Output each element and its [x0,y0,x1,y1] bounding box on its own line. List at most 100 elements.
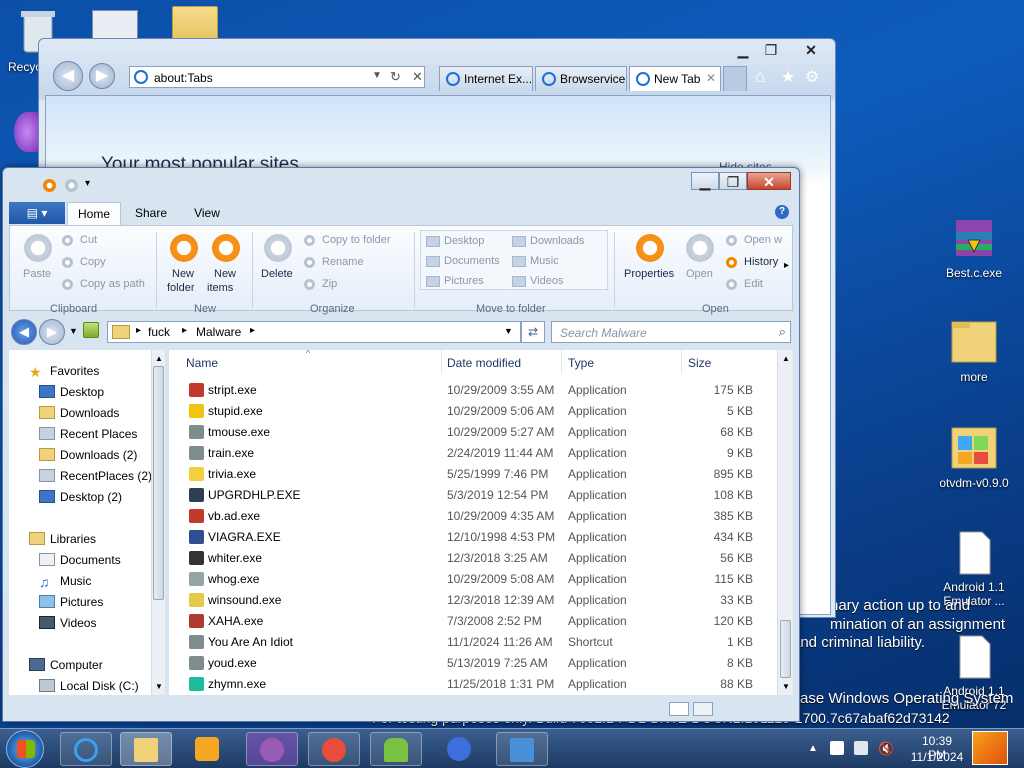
new-items-label-2[interactable]: items [207,282,233,294]
nav-item-desktop-2[interactable]: Desktop (2) [39,490,122,504]
move-desktop[interactable]: Desktop [444,235,484,247]
paste-icon[interactable] [24,234,52,262]
table-row[interactable]: winsound.exe 12/3/2018 12:39 AM Applicatio… [169,590,781,611]
forward-button[interactable]: ▶ [89,63,115,89]
nav-computer[interactable]: Computer [29,658,103,672]
table-row[interactable]: trivia.exe 5/25/1999 7:46 PM Application 89… [169,464,781,485]
breadcrumb[interactable]: ▸ fuck ▸ Malware ▸ ▼ [107,321,521,343]
nav-favorites[interactable]: ★ Favorites [29,364,99,380]
move-videos[interactable]: Videos [530,275,563,287]
taskbar-firefox[interactable] [434,732,486,766]
nav-item-desktop[interactable]: Desktop [39,385,104,399]
scroll-down-icon[interactable]: ▼ [155,682,163,691]
taskbar-ie[interactable] [60,732,112,766]
taskbar-android[interactable] [370,732,422,766]
start-button[interactable] [6,730,44,768]
table-row[interactable]: stupid.exe 10/29/2009 5:06 AM Application 5… [169,401,781,422]
copy-button[interactable]: Copy [80,256,106,268]
taskbar-app-browser[interactable] [308,732,360,766]
desktop-icon-otvdm[interactable]: otvdm-v0.9.0 [934,424,1014,490]
table-row[interactable]: VIAGRA.EXE 12/10/1998 4:53 PM Application 4… [169,527,781,548]
explorer-window[interactable]: ▾ ▁ ❐ ✕ ▤ ▾ Home Share View ? Paste Cut … [2,167,800,722]
rename-button[interactable]: Rename [322,256,364,268]
clock-date[interactable]: 11/1/2024 [908,750,966,764]
show-hidden-icons-icon[interactable]: ▲ [808,743,818,754]
nav-item-downloads-2[interactable]: Downloads (2) [39,448,137,462]
scroll-down-icon[interactable]: ▼ [782,682,790,691]
home-icon[interactable]: ⌂ [755,67,765,87]
delete-button[interactable]: Delete [261,268,293,280]
close-button[interactable]: ✕ [791,41,831,59]
forward-button[interactable]: ▶ [39,319,65,345]
taskbar-app-purple[interactable] [246,732,298,766]
properties-button[interactable]: Properties [624,268,674,280]
new-folder-label-1[interactable]: New [172,268,194,280]
new-items-label-1[interactable]: New [214,268,236,280]
delete-icon[interactable] [264,234,292,262]
table-row[interactable]: whog.exe 10/29/2009 5:08 AM Application 115… [169,569,781,590]
tab-new-tab[interactable]: New Tab ✕ [629,66,721,91]
close-tab-icon[interactable]: ✕ [706,71,716,85]
history-button[interactable]: History [744,256,778,268]
desktop-icon-best[interactable]: Best.c.exe [934,214,1014,280]
nav-item-pictures[interactable]: Pictures [39,595,103,609]
taskbar-app-bird[interactable] [496,732,548,766]
new-items-icon[interactable] [212,234,240,262]
back-button[interactable]: ◀ [53,61,83,91]
search-box[interactable]: Search Malware ⌕ [551,321,791,343]
paste-button[interactable]: Paste [23,268,51,280]
address-bar[interactable]: about:Tabs ▼ ↻ ✕ [129,66,425,88]
stop-icon[interactable]: ✕ [412,69,423,85]
details-view-button[interactable] [669,702,689,716]
column-header-size[interactable]: Size [688,356,711,370]
ribbon-scroll-right-icon[interactable]: ▸ [784,260,789,271]
close-button[interactable]: ✕ [747,172,791,190]
table-row[interactable]: zhymn.exe 11/25/2018 1:31 PM Application 88… [169,674,781,695]
desktop-icon-app-2[interactable] [14,112,40,152]
qat-newfolder-icon[interactable] [65,179,78,192]
tray-volume-muted-icon[interactable]: 🔇 [878,741,894,757]
open-button[interactable]: Open [686,268,713,280]
taskbar-media[interactable] [182,732,234,766]
file-scrollbar[interactable]: ▲ ▼ [777,350,793,695]
nav-item-downloads[interactable]: Downloads [39,406,119,420]
dropdown-arrow-icon[interactable]: ▼ [504,326,513,336]
taskbar-explorer[interactable] [120,732,172,766]
new-tab-button[interactable] [723,66,747,91]
nav-item-recent-places[interactable]: Recent Places [39,427,137,441]
tab-home[interactable]: Home [67,202,121,226]
file-scroll-thumb[interactable] [780,620,791,678]
maximize-button[interactable]: ❐ [757,41,785,59]
properties-icon[interactable] [636,234,664,262]
nav-libraries[interactable]: Libraries [29,532,96,546]
table-row[interactable]: vb.ad.exe 10/29/2009 4:35 AM Application 38… [169,506,781,527]
back-button[interactable]: ◀ [11,319,37,345]
move-downloads[interactable]: Downloads [530,235,584,247]
breadcrumb-item[interactable]: Malware [196,325,241,339]
cut-button[interactable]: Cut [80,234,97,246]
favorites-star-icon[interactable]: ★ [781,67,795,87]
nav-item-local-disk[interactable]: Local Disk (C:) [39,679,139,693]
nav-item-documents[interactable]: Documents [39,553,121,567]
table-row[interactable]: train.exe 2/24/2019 11:44 AM Application 9 … [169,443,781,464]
column-header-type[interactable]: Type [568,356,594,370]
gear-icon[interactable]: ⚙ [805,67,819,87]
nav-scroll-thumb[interactable] [153,366,164,600]
dropdown-arrow-icon[interactable]: ▼ [372,70,382,81]
copy-to-folder-button[interactable]: Copy to folder [322,234,390,246]
tab-file[interactable]: ▤ ▾ [9,202,65,224]
minimize-button[interactable]: ▁ [691,172,719,190]
up-folder-icon[interactable] [83,322,99,338]
nav-item-videos[interactable]: Videos [39,616,96,630]
nav-item-recent-places-2[interactable]: RecentPlaces (2) [39,469,152,483]
breadcrumb-item[interactable]: fuck [148,325,170,339]
edit-button[interactable]: Edit [744,278,763,290]
column-header-name[interactable]: Name [186,356,218,370]
move-documents[interactable]: Documents [444,255,500,267]
nav-scrollbar[interactable]: ▲ ▼ [151,350,165,695]
move-music[interactable]: Music [530,255,559,267]
new-folder-icon[interactable] [170,234,198,262]
table-row[interactable]: You Are An Idiot 11/1/2024 11:26 AM Shortc… [169,632,781,653]
large-icons-view-button[interactable] [693,702,713,716]
refresh-icon[interactable]: ↻ [390,69,401,85]
